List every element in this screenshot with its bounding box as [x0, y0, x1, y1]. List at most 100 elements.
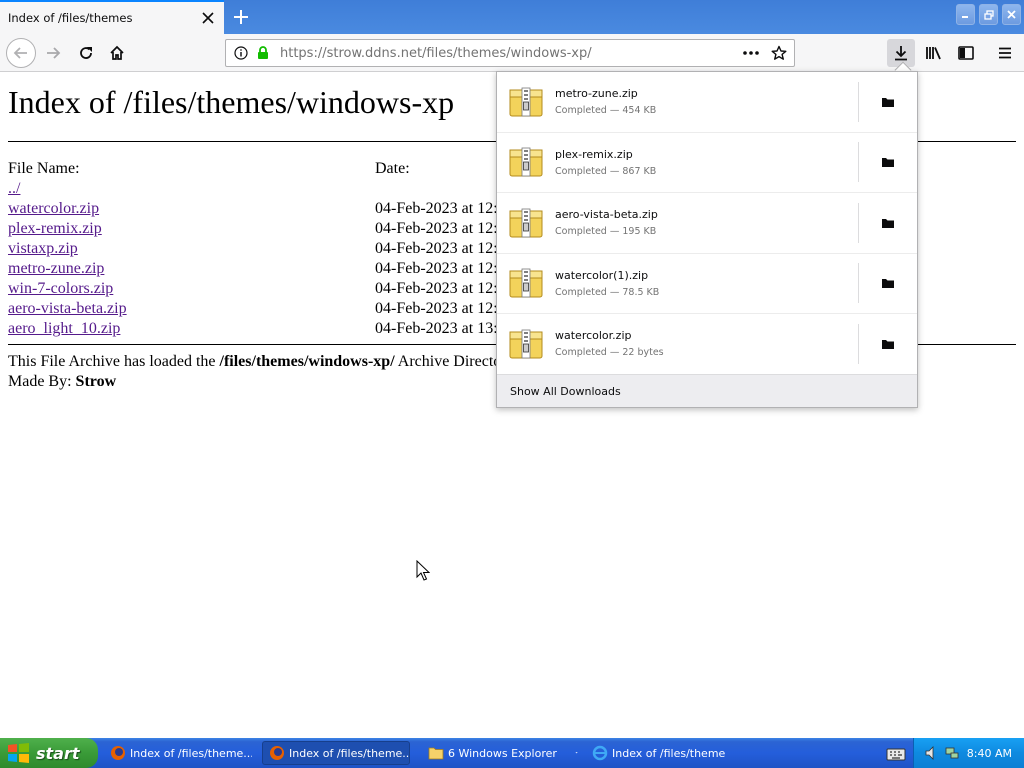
open-folder-icon	[882, 97, 894, 107]
taskbar-button[interactable]: Index of /files/theme...	[262, 741, 410, 765]
taskbar-button[interactable]: Index of /files/theme...	[104, 741, 252, 765]
reload-button[interactable]	[72, 39, 100, 67]
lock-icon[interactable]	[252, 42, 274, 64]
start-label: start	[36, 743, 80, 763]
hamburger-icon	[999, 47, 1011, 59]
tab-title: Index of /files/themes	[8, 11, 133, 25]
sidebar-icon	[958, 46, 974, 60]
taskbar-button[interactable]: 6 Windows Explorer	[422, 741, 578, 765]
file-date: 04-Feb-2023 at 12:	[375, 200, 498, 217]
file-link[interactable]: metro-zune.zip	[8, 260, 104, 277]
file-link[interactable]: aero_light_10.zip	[8, 320, 120, 337]
download-item[interactable]: watercolor(1).zip Completed — 78.5 KB	[497, 253, 917, 314]
download-status: Completed — 22 bytes	[555, 347, 664, 359]
open-containing-folder-button[interactable]	[859, 253, 917, 313]
download-status: Completed — 195 KB	[555, 226, 657, 238]
file-date: 04-Feb-2023 at 13:	[375, 320, 498, 337]
close-window-button[interactable]	[1002, 4, 1021, 25]
restore-button[interactable]	[979, 4, 998, 25]
volume-icon[interactable]	[924, 745, 940, 761]
footer-directory: /files/themes/windows-xp/	[219, 353, 395, 370]
clock[interactable]: 8:40 AM	[967, 747, 1012, 760]
downloads-panel: metro-zune.zip Completed — 454 KB plex-rem…	[496, 71, 918, 408]
made-by-label: Made By:	[8, 373, 76, 390]
ie-icon	[592, 745, 608, 761]
download-status: Completed — 867 KB	[555, 165, 657, 177]
library-button[interactable]	[920, 39, 948, 67]
download-info: aero-vista-beta.zip Completed — 195 KB	[555, 208, 858, 237]
download-filename: watercolor.zip	[555, 329, 632, 343]
footer-prefix: This File Archive has loaded the	[8, 353, 220, 370]
file-name-column-header: File Name:	[8, 160, 80, 177]
taskbar-button-label: Index of /files/theme...	[612, 746, 726, 760]
download-item[interactable]: plex-remix.zip Completed — 867 KB	[497, 132, 917, 193]
zip-archive-icon	[509, 87, 543, 117]
close-tab-icon[interactable]	[196, 6, 220, 30]
download-filename: aero-vista-beta.zip	[555, 208, 658, 222]
file-date: 04-Feb-2023 at 12:	[375, 300, 498, 317]
url-path: /files/themes/windows-xp/	[422, 45, 592, 61]
download-item[interactable]: metro-zune.zip Completed — 454 KB	[497, 72, 917, 133]
show-all-downloads-label: Show All Downloads	[510, 384, 621, 398]
info-icon[interactable]	[230, 42, 252, 64]
file-link[interactable]: aero-vista-beta.zip	[8, 300, 127, 317]
zip-archive-icon	[509, 268, 543, 298]
back-arrow-icon	[13, 47, 27, 59]
open-containing-folder-button[interactable]	[859, 193, 917, 253]
made-by-name: Strow	[75, 373, 117, 390]
download-info: plex-remix.zip Completed — 867 KB	[555, 148, 858, 177]
file-date: 04-Feb-2023 at 12:	[375, 220, 498, 237]
file-link[interactable]: win-7-colors.zip	[8, 280, 113, 297]
taskbar-button-label: Index of /files/theme...	[289, 746, 410, 760]
open-containing-folder-button[interactable]	[859, 314, 917, 374]
home-icon	[110, 45, 124, 60]
zip-archive-icon	[509, 147, 543, 177]
download-item[interactable]: aero-vista-beta.zip Completed — 195 KB	[497, 193, 917, 254]
open-containing-folder-button[interactable]	[859, 132, 917, 192]
file-date: 04-Feb-2023 at 12:	[375, 240, 498, 257]
download-status: Completed — 454 KB	[555, 105, 657, 117]
downloads-list: metro-zune.zip Completed — 454 KB plex-rem…	[497, 72, 917, 375]
menu-button[interactable]	[991, 39, 1019, 67]
tab-strip: Index of /files/themes	[0, 0, 1024, 34]
download-filename: metro-zune.zip	[555, 87, 638, 101]
download-item[interactable]: watercolor.zip Completed — 22 bytes	[497, 314, 917, 375]
back-button[interactable]	[6, 38, 36, 68]
network-icon[interactable]	[944, 745, 960, 761]
url-bar[interactable]: https://strow.ddns.net/files/themes/wind…	[225, 39, 795, 67]
file-date: 04-Feb-2023 at 12:	[375, 260, 498, 277]
forward-button[interactable]	[39, 39, 67, 67]
sidebar-button[interactable]	[952, 39, 980, 67]
home-button[interactable]	[103, 39, 131, 67]
bookmark-star-icon[interactable]	[768, 42, 790, 64]
open-containing-folder-button[interactable]	[859, 72, 917, 132]
file-link[interactable]: vistaxp.zip	[8, 240, 78, 257]
minimize-button[interactable]	[956, 4, 975, 25]
open-folder-icon	[882, 339, 894, 349]
new-tab-button[interactable]	[228, 4, 254, 30]
zip-archive-icon	[509, 329, 543, 359]
taskbar-button[interactable]: Index of /files/theme...	[586, 741, 726, 765]
url-text[interactable]: https://strow.ddns.net/files/themes/wind…	[280, 46, 740, 61]
file-link[interactable]: plex-remix.zip	[8, 220, 102, 237]
browser-tab[interactable]: Index of /files/themes	[0, 0, 224, 34]
windows-flag-icon	[8, 743, 29, 763]
library-icon	[926, 47, 941, 60]
open-folder-icon	[882, 218, 894, 228]
firefox-icon	[111, 746, 125, 760]
file-date: 04-Feb-2023 at 12:	[375, 280, 498, 297]
chevron-down-icon	[575, 752, 578, 754]
mouse-cursor-icon	[416, 560, 430, 581]
download-info: watercolor(1).zip Completed — 78.5 KB	[555, 269, 858, 298]
page-actions-icon[interactable]	[740, 42, 762, 64]
taskbar-button-label: Index of /files/theme...	[130, 746, 252, 760]
keyboard-icon[interactable]	[886, 743, 906, 763]
folder-icon	[428, 747, 444, 760]
parent-directory-link[interactable]: ../	[8, 180, 20, 197]
download-info: watercolor.zip Completed — 22 bytes	[555, 329, 858, 358]
url-host: https://strow.ddns.net	[280, 45, 423, 61]
start-button[interactable]: start	[0, 738, 98, 768]
download-filename: watercolor(1).zip	[555, 268, 649, 282]
file-link[interactable]: watercolor.zip	[8, 200, 99, 217]
show-all-downloads-button[interactable]: Show All Downloads	[497, 374, 917, 407]
